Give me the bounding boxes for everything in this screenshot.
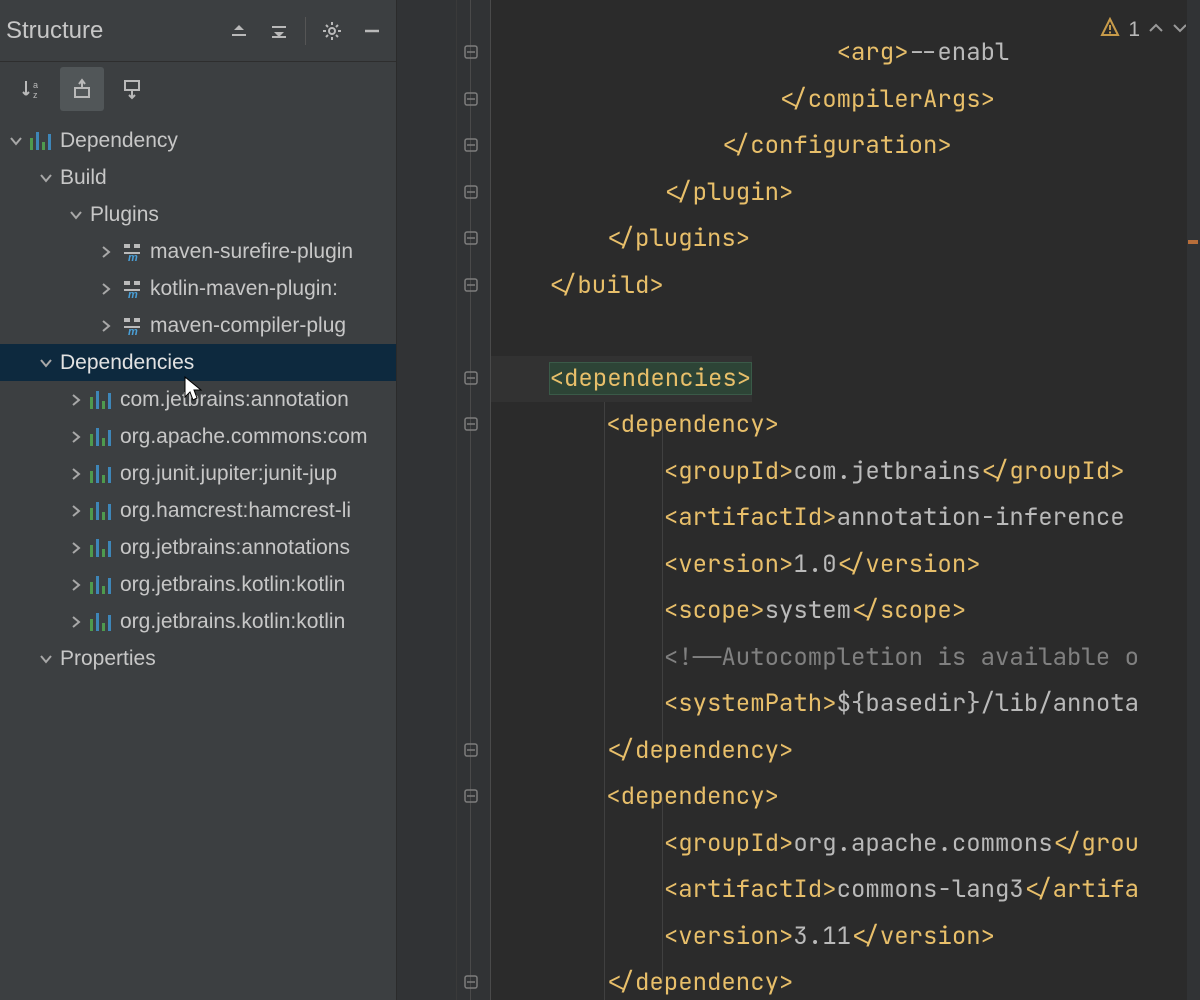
gear-icon[interactable] xyxy=(312,11,352,51)
chevron-right-icon[interactable] xyxy=(96,316,116,336)
dependency-icon xyxy=(90,613,114,631)
gutter xyxy=(397,0,457,1000)
code-line[interactable]: </plugins> xyxy=(491,216,750,263)
tree-properties[interactable]: Properties xyxy=(0,640,396,677)
code-line[interactable]: <systemPath>${basedir}/lib/annota xyxy=(491,681,1139,728)
sort-alpha-icon[interactable]: az xyxy=(10,67,54,111)
fold-handle-icon[interactable] xyxy=(463,277,479,293)
dependency-icon xyxy=(90,502,114,520)
fold-handle-icon[interactable] xyxy=(463,91,479,107)
chevron-down-icon[interactable] xyxy=(36,168,56,188)
code-line[interactable]: </plugin> xyxy=(491,170,793,217)
minimize-icon[interactable] xyxy=(352,11,392,51)
code-line[interactable]: <groupId>org.apache.commons</grou xyxy=(491,821,1139,868)
tree-dependencies[interactable]: Dependencies xyxy=(0,344,396,381)
code-line[interactable]: <version>3.11</version> xyxy=(491,914,995,961)
code-line[interactable]: <groupId>com.jetbrains</groupId> xyxy=(491,449,1125,496)
warning-count: 1 xyxy=(1128,18,1140,42)
chevron-down-icon[interactable] xyxy=(66,205,86,225)
structure-toolbar: az xyxy=(0,62,396,116)
tree-dependency-item[interactable]: org.jetbrains:annotations xyxy=(0,529,396,566)
code-line[interactable]: </configuration> xyxy=(491,123,952,170)
fold-handle-icon[interactable] xyxy=(463,370,479,386)
chevron-right-icon[interactable] xyxy=(96,279,116,299)
chevron-down-icon[interactable] xyxy=(36,649,56,669)
code-line[interactable]: <artifactId>commons-lang3</artifa xyxy=(491,867,1139,914)
collapse-all-icon[interactable] xyxy=(259,11,299,51)
dependency-icon xyxy=(30,132,54,150)
chevron-down-icon[interactable] xyxy=(6,131,26,151)
code-line[interactable]: </build> xyxy=(491,263,664,310)
tree-plugin-item[interactable]: m kotlin-maven-plugin: xyxy=(0,270,396,307)
tree-dependency-item[interactable]: org.apache.commons:com xyxy=(0,418,396,455)
tree-plugins[interactable]: Plugins xyxy=(0,196,396,233)
scroll-from-source-icon[interactable] xyxy=(110,67,154,111)
chevron-right-icon[interactable] xyxy=(66,612,86,632)
code-line[interactable]: <arg>--enabl xyxy=(491,30,1009,77)
structure-header: Structure xyxy=(0,0,396,62)
fold-handle-icon[interactable] xyxy=(463,742,479,758)
code-line[interactable]: <dependencies> xyxy=(491,356,752,403)
dependency-icon xyxy=(90,576,114,594)
structure-title: Structure xyxy=(6,17,219,45)
fold-handle-icon[interactable] xyxy=(463,974,479,990)
chevron-right-icon[interactable] xyxy=(66,464,86,484)
code-editor[interactable]: <arg>--enabl </compilerArgs> </configura… xyxy=(397,0,1200,1000)
svg-text:z: z xyxy=(33,90,38,100)
code-line[interactable]: <artifactId>annotation-inference xyxy=(491,495,1125,542)
tree-plugin-item[interactable]: m maven-compiler-plug xyxy=(0,307,396,344)
code-line[interactable]: <!——Autocompletion is available o xyxy=(491,635,1139,682)
code-line[interactable]: <dependency> xyxy=(491,402,779,449)
plugin-icon: m xyxy=(120,279,144,299)
code-line[interactable]: </compilerArgs> xyxy=(491,77,995,124)
chevron-right-icon[interactable] xyxy=(66,575,86,595)
code-line[interactable]: <scope>system</scope> xyxy=(491,588,966,635)
structure-panel: Structure az Dependency xyxy=(0,0,397,1000)
fold-handle-icon[interactable] xyxy=(463,788,479,804)
tree-build[interactable]: Build xyxy=(0,159,396,196)
dependency-icon xyxy=(90,465,114,483)
svg-text:m: m xyxy=(128,326,138,336)
fold-handle-icon[interactable] xyxy=(463,137,479,153)
svg-text:a: a xyxy=(33,80,38,90)
code-line[interactable]: </dependency> xyxy=(491,960,793,1000)
tree-dependency-item[interactable]: org.hamcrest:hamcrest-li xyxy=(0,492,396,529)
dependency-icon xyxy=(90,428,114,446)
svg-text:m: m xyxy=(128,289,138,299)
svg-text:m: m xyxy=(128,252,138,262)
tree-dependency-item[interactable]: org.jetbrains.kotlin:kotlin xyxy=(0,566,396,603)
editor-scrollbar[interactable] xyxy=(1186,0,1200,1000)
fold-handle-icon[interactable] xyxy=(463,416,479,432)
tree-root-dependency[interactable]: Dependency xyxy=(0,122,396,159)
chevron-right-icon[interactable] xyxy=(66,538,86,558)
chevron-right-icon[interactable] xyxy=(66,501,86,521)
code-line[interactable]: <dependency> xyxy=(491,774,779,821)
chevron-down-icon[interactable] xyxy=(36,353,56,373)
code-line[interactable]: </dependency> xyxy=(491,728,793,775)
warning-icon xyxy=(1100,17,1120,43)
fold-handle-icon[interactable] xyxy=(463,230,479,246)
chevron-right-icon[interactable] xyxy=(66,390,86,410)
plugin-icon: m xyxy=(120,242,144,262)
code-line[interactable]: <version>1.0</version> xyxy=(491,542,981,589)
dependency-icon xyxy=(90,539,114,557)
dependency-icon xyxy=(90,391,114,409)
fold-handle-icon[interactable] xyxy=(463,44,479,60)
structure-tree[interactable]: Dependency Build Plugins m maven-surefir… xyxy=(0,116,396,1000)
tree-dependency-item[interactable]: org.jetbrains.kotlin:kotlin xyxy=(0,603,396,640)
tree-plugin-item[interactable]: m maven-surefire-plugin xyxy=(0,233,396,270)
scroll-to-source-icon[interactable] xyxy=(60,67,104,111)
fold-handle-icon[interactable] xyxy=(463,184,479,200)
tree-dependency-item[interactable]: com.jetbrains:annotation xyxy=(0,381,396,418)
chevron-right-icon[interactable] xyxy=(96,242,116,262)
prev-highlight-icon[interactable] xyxy=(1148,18,1164,42)
tree-dependency-item[interactable]: org.junit.jupiter:junit-jup xyxy=(0,455,396,492)
expand-all-icon[interactable] xyxy=(219,11,259,51)
plugin-icon: m xyxy=(120,316,144,336)
chevron-right-icon[interactable] xyxy=(66,427,86,447)
inspection-widget[interactable]: 1 xyxy=(1100,10,1188,50)
